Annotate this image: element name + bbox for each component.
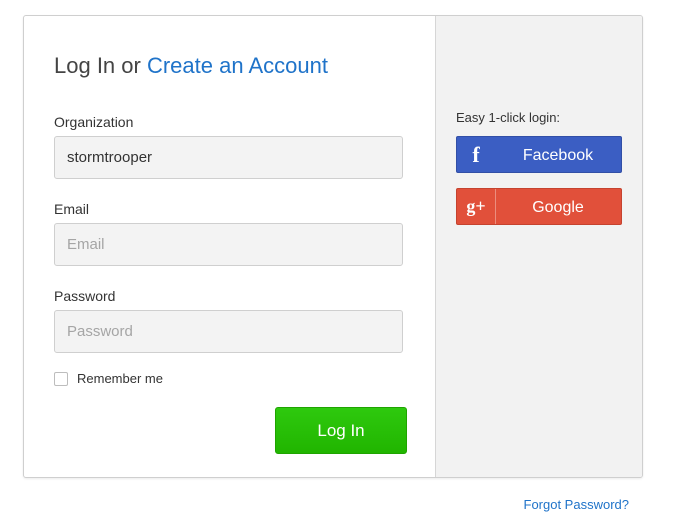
facebook-icon: f bbox=[472, 141, 480, 167]
page-title: Log In or Create an Account bbox=[54, 53, 328, 79]
forgot-password-link[interactable]: Forgot Password? bbox=[524, 497, 630, 512]
organization-field[interactable] bbox=[54, 136, 403, 179]
social-login-panel: Easy 1-click login: f Facebook g+ Google bbox=[435, 16, 642, 477]
facebook-label: Facebook bbox=[522, 147, 594, 164]
password-field[interactable] bbox=[54, 310, 403, 353]
google-login-button[interactable]: g+ Google bbox=[456, 188, 622, 225]
password-label: Password bbox=[54, 288, 116, 304]
social-login-title: Easy 1-click login: bbox=[456, 110, 561, 125]
remember-me-checkbox[interactable] bbox=[54, 371, 68, 386]
email-label: Email bbox=[54, 201, 90, 217]
organization-label: Organization bbox=[54, 114, 134, 130]
login-button[interactable]: Log In bbox=[275, 407, 407, 454]
google-plus-icon: g+ bbox=[457, 189, 496, 224]
remember-me-label: Remember me bbox=[77, 371, 163, 386]
email-field[interactable] bbox=[54, 223, 403, 266]
login-card: Log In or Create an Account Organization… bbox=[23, 15, 643, 478]
heading-prefix: Log In or bbox=[54, 53, 147, 78]
login-form: Log In or Create an Account Organization… bbox=[24, 16, 435, 477]
create-account-link[interactable]: Create an Account bbox=[147, 53, 328, 78]
remember-me[interactable]: Remember me bbox=[54, 371, 163, 386]
google-label: Google bbox=[532, 199, 584, 216]
facebook-login-button[interactable]: f Facebook bbox=[456, 136, 622, 173]
